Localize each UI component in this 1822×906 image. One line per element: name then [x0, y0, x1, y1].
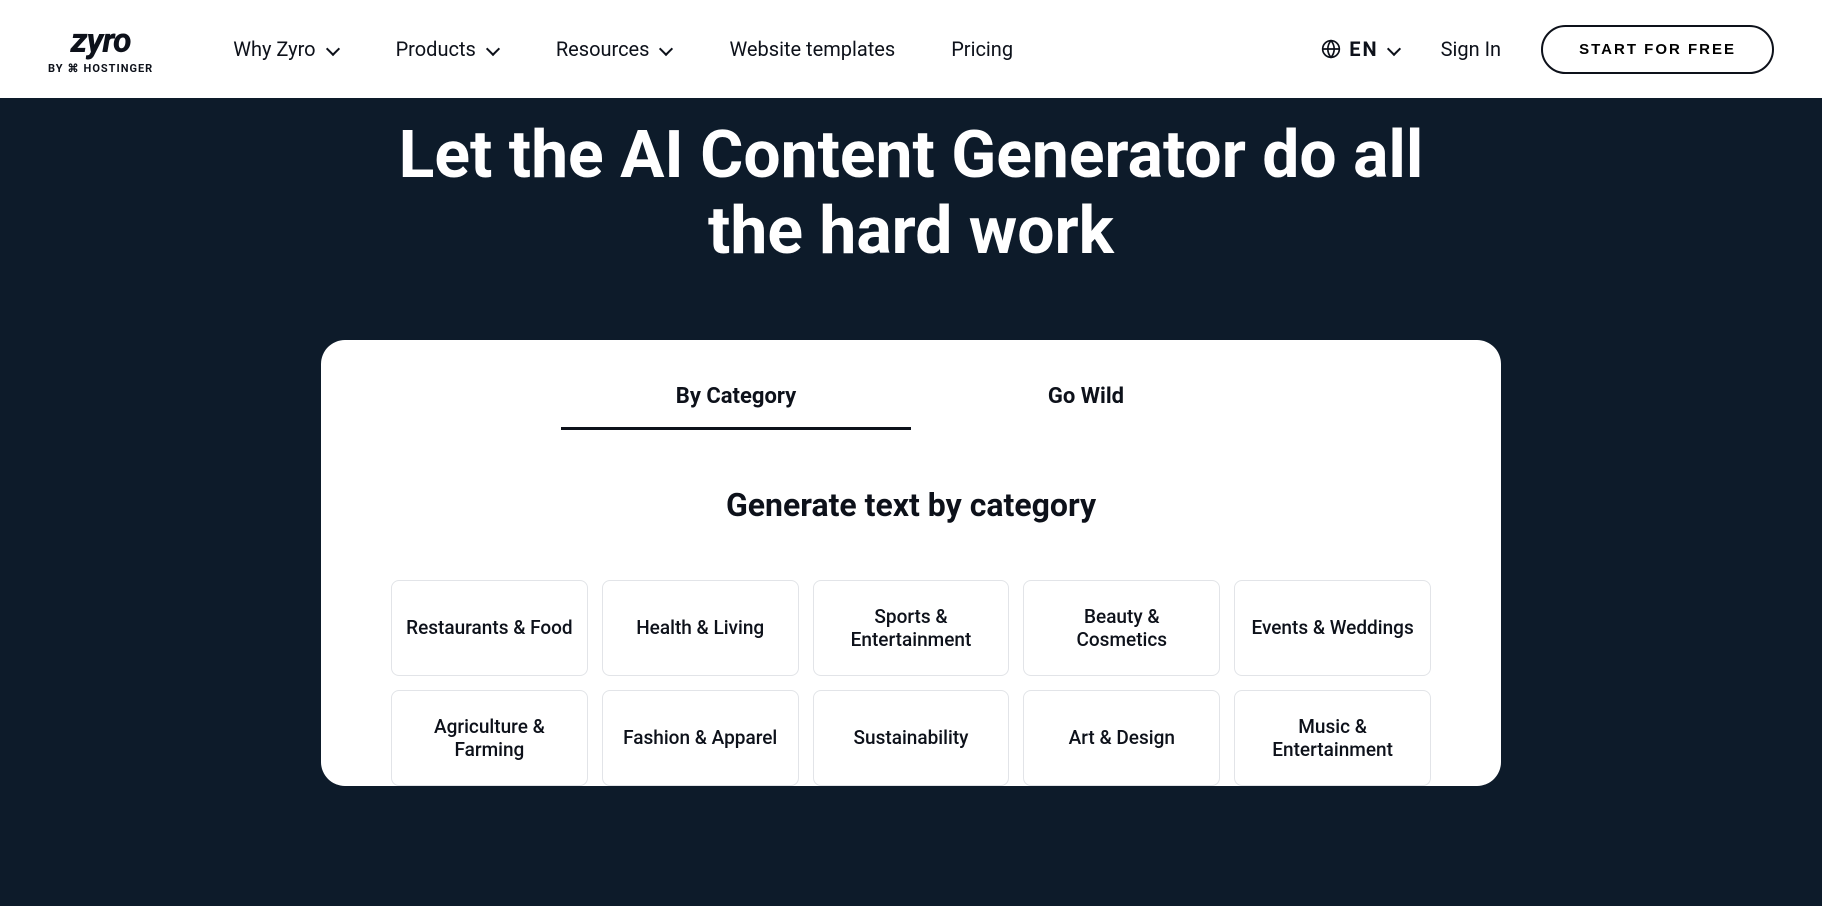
nav-label: Pricing [951, 37, 1013, 61]
logo-main: zyro [71, 24, 131, 58]
hostinger-icon: ⌘ [68, 62, 80, 75]
chevron-down-icon [659, 42, 673, 56]
nav-label: Products [396, 37, 476, 61]
category-grid: Restaurants & Food Health & Living Sport… [391, 580, 1431, 786]
nav-why-zyro[interactable]: Why Zyro [233, 37, 339, 61]
globe-icon [1321, 39, 1341, 59]
main-nav: Why Zyro Products Resources Website temp… [233, 37, 1013, 61]
nav-label: Resources [556, 37, 650, 61]
nav-label: Why Zyro [233, 37, 315, 61]
logo-sub-prefix: BY [48, 62, 64, 75]
header-right: EN Sign In START FOR FREE [1321, 25, 1774, 74]
start-free-button[interactable]: START FOR FREE [1541, 25, 1774, 74]
signin-link[interactable]: Sign In [1441, 37, 1501, 61]
chevron-down-icon [326, 42, 340, 56]
language-selector[interactable]: EN [1321, 37, 1400, 61]
tab-by-category[interactable]: By Category [561, 370, 911, 430]
nav-templates[interactable]: Website templates [729, 37, 895, 61]
chevron-down-icon [486, 42, 500, 56]
logo-sub-brand: HOSTINGER [84, 62, 154, 75]
language-label: EN [1349, 37, 1378, 61]
generator-card: By Category Go Wild Generate text by cat… [321, 340, 1501, 786]
logo-subtext: BY ⌘ HOSTINGER [48, 62, 153, 75]
tabs: By Category Go Wild [361, 370, 1461, 430]
chevron-down-icon [1387, 42, 1401, 56]
section-title: Generate text by category [361, 486, 1461, 524]
category-sports-entertainment[interactable]: Sports & Entertainment [813, 580, 1010, 676]
category-agriculture-farming[interactable]: Agriculture & Farming [391, 690, 588, 786]
nav-products[interactable]: Products [396, 37, 500, 61]
hero-title: Let the AI Content Generator do all the … [361, 118, 1461, 270]
category-restaurants-food[interactable]: Restaurants & Food [391, 580, 588, 676]
hero-section: Let the AI Content Generator do all the … [0, 98, 1822, 906]
category-fashion-apparel[interactable]: Fashion & Apparel [602, 690, 799, 786]
nav-resources[interactable]: Resources [556, 37, 674, 61]
category-sustainability[interactable]: Sustainability [813, 690, 1010, 786]
logo[interactable]: zyro BY ⌘ HOSTINGER [48, 24, 153, 75]
category-art-design[interactable]: Art & Design [1023, 690, 1220, 786]
category-music-entertainment[interactable]: Music & Entertainment [1234, 690, 1431, 786]
header: zyro BY ⌘ HOSTINGER Why Zyro Products Re… [0, 0, 1822, 98]
category-beauty-cosmetics[interactable]: Beauty & Cosmetics [1023, 580, 1220, 676]
category-events-weddings[interactable]: Events & Weddings [1234, 580, 1431, 676]
nav-pricing[interactable]: Pricing [951, 37, 1013, 61]
nav-label: Website templates [729, 37, 895, 61]
tab-go-wild[interactable]: Go Wild [911, 370, 1261, 430]
category-health-living[interactable]: Health & Living [602, 580, 799, 676]
